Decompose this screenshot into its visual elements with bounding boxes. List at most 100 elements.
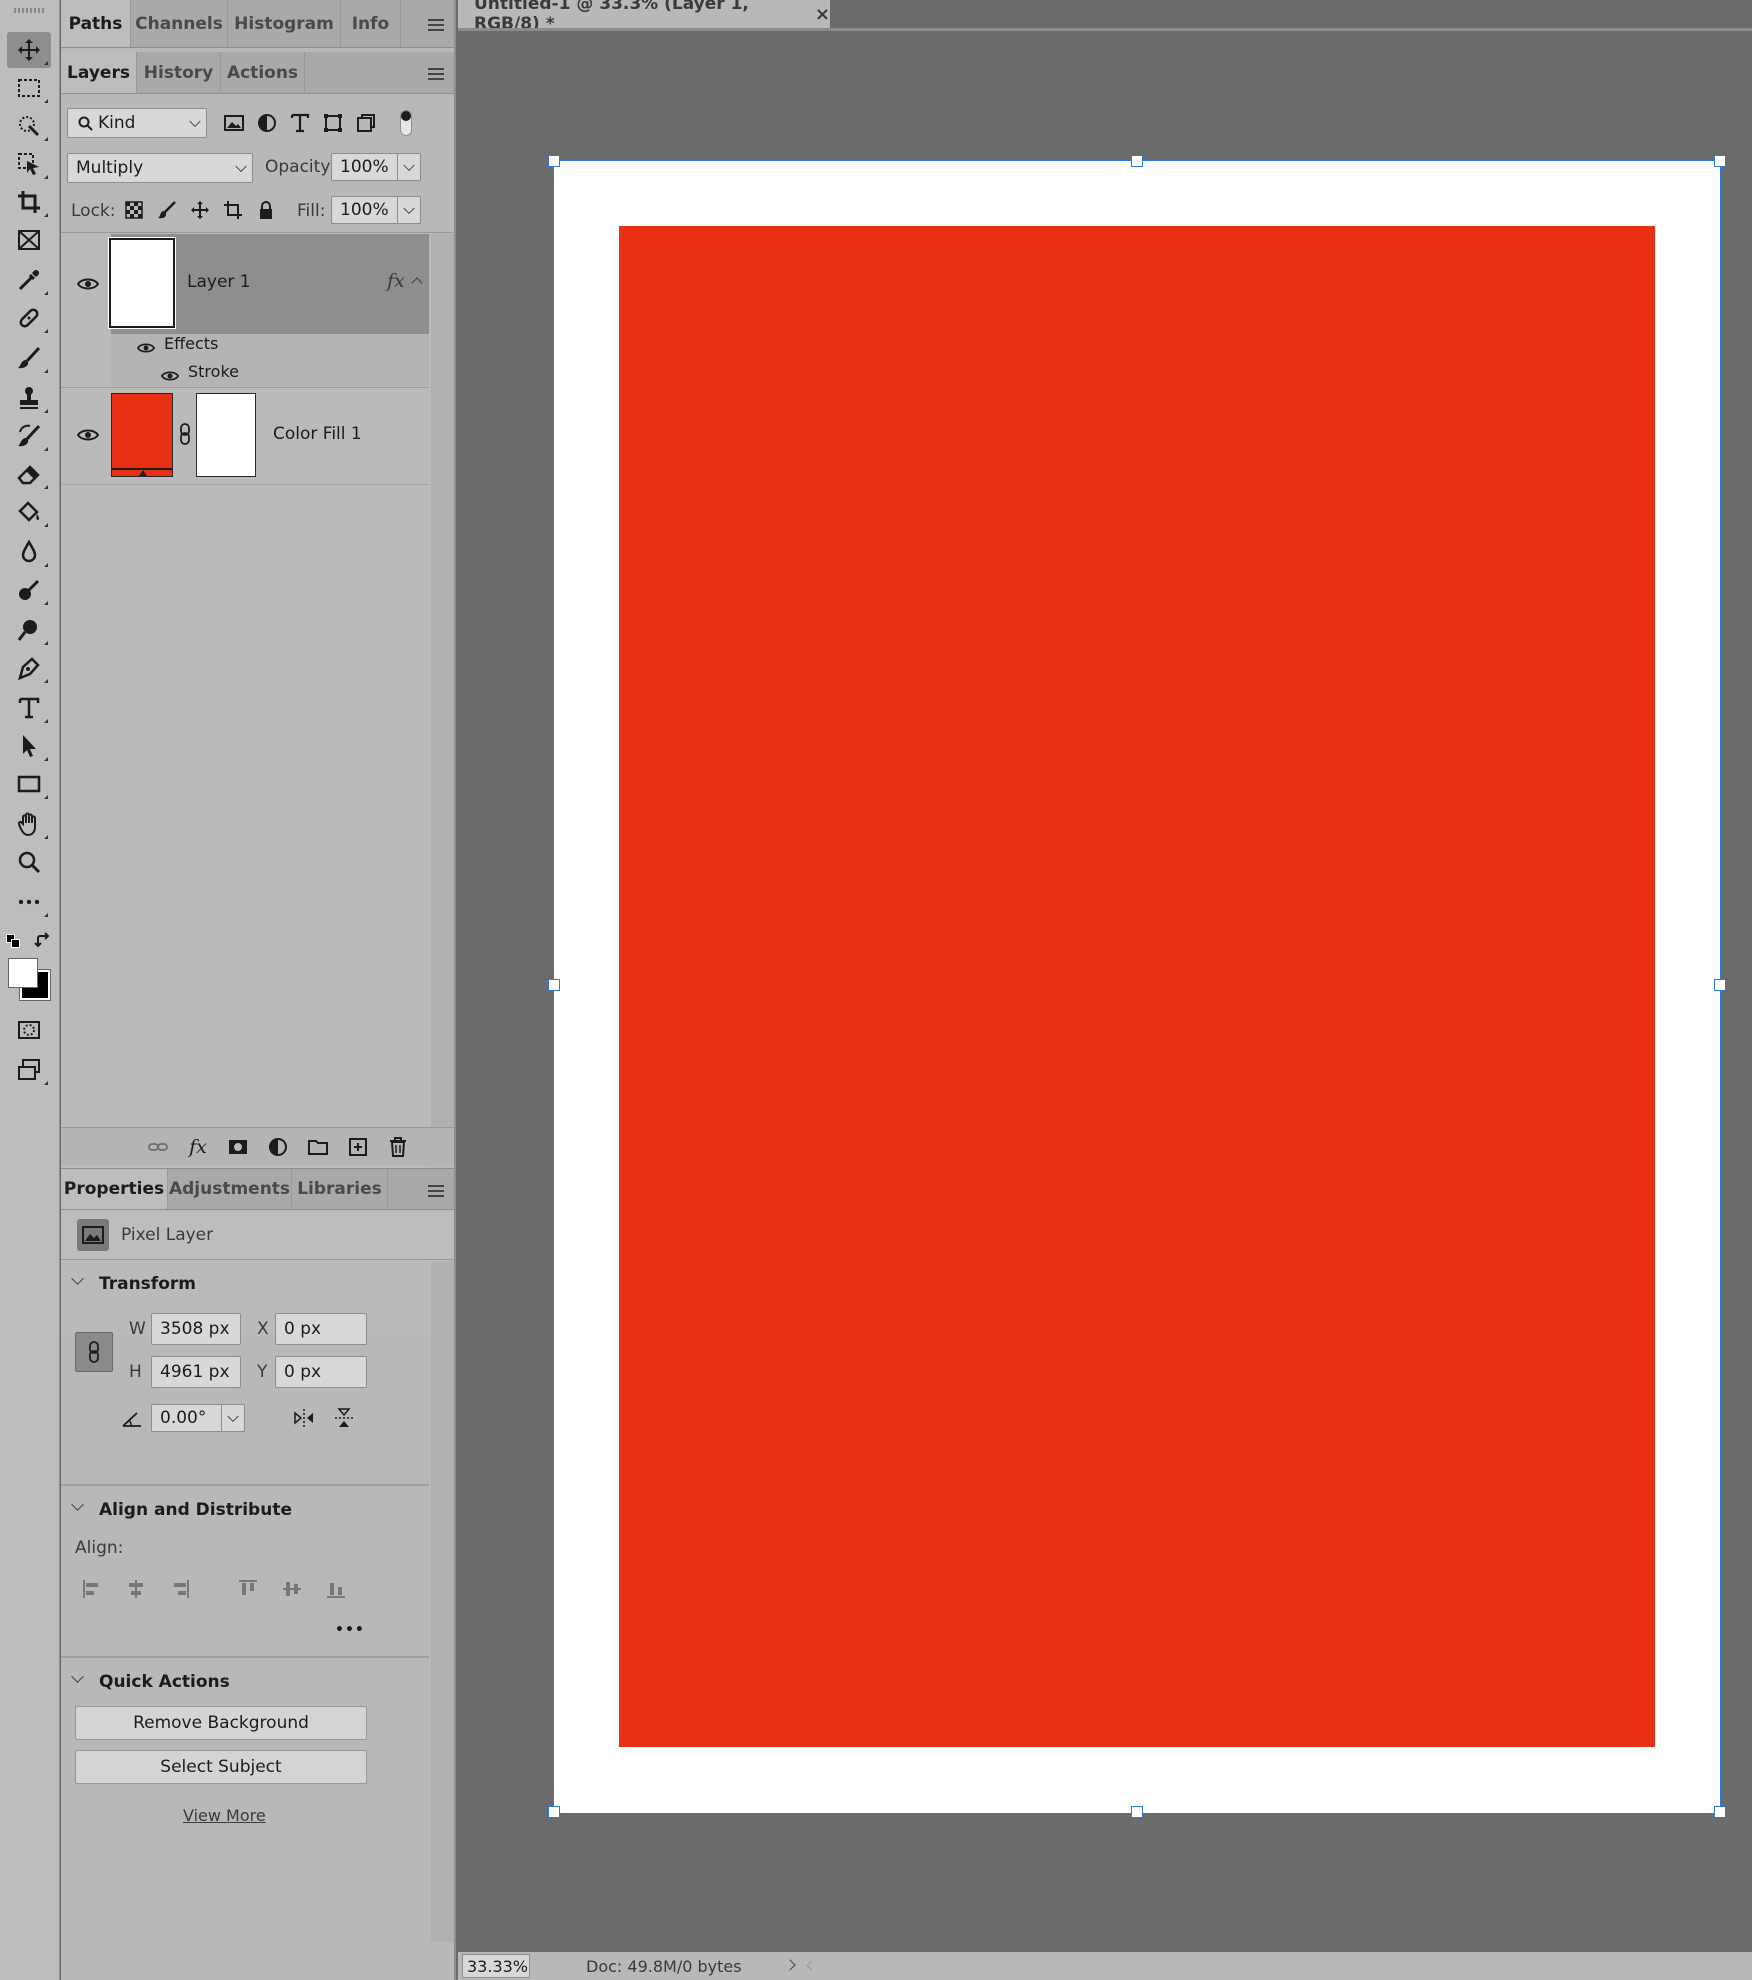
- height-input[interactable]: 4961 px: [151, 1356, 241, 1388]
- foreground-color-swatch[interactable]: [8, 958, 38, 988]
- angle-dropdown[interactable]: [221, 1404, 245, 1432]
- layer-filter-kind-dropdown[interactable]: Kind: [67, 108, 207, 138]
- pen-tool[interactable]: [7, 650, 51, 686]
- tab-paths[interactable]: Paths: [61, 0, 131, 47]
- lock-position-icon[interactable]: [187, 197, 213, 223]
- tab-libraries[interactable]: Libraries: [292, 1169, 388, 1209]
- dodge-tool[interactable]: [7, 612, 51, 648]
- opacity-slider-toggle[interactable]: [397, 153, 421, 181]
- quick-selection-tool[interactable]: [7, 108, 51, 144]
- tab-histogram[interactable]: Histogram: [228, 0, 341, 47]
- width-input[interactable]: 3508 px: [151, 1313, 241, 1345]
- transform-handle-middle-right[interactable]: [1714, 979, 1726, 991]
- tab-properties[interactable]: Properties: [61, 1169, 168, 1209]
- properties-scrollbar[interactable]: [431, 1262, 454, 1942]
- quick-actions-title[interactable]: Quick Actions: [99, 1672, 230, 1692]
- color-fill-1-name[interactable]: Color Fill 1: [273, 424, 362, 444]
- eraser-tool[interactable]: [7, 456, 51, 492]
- fill-input[interactable]: 100%: [331, 196, 399, 224]
- transform-handle-middle-left[interactable]: [548, 979, 560, 991]
- blend-mode-dropdown[interactable]: Multiply: [67, 153, 253, 183]
- add-mask-icon[interactable]: [225, 1134, 251, 1160]
- history-brush-tool[interactable]: [7, 418, 51, 454]
- align-top-edges-icon[interactable]: [235, 1576, 261, 1602]
- lock-image-pixels-icon[interactable]: [154, 197, 180, 223]
- tab-channels[interactable]: Channels: [131, 0, 228, 47]
- panel-menu-icon[interactable]: [428, 1185, 444, 1197]
- flip-horizontal-icon[interactable]: [291, 1405, 317, 1431]
- more-options-icon[interactable]: •••: [335, 1622, 365, 1638]
- remove-background-button[interactable]: Remove Background: [75, 1706, 367, 1740]
- visibility-eye-icon[interactable]: [77, 428, 99, 442]
- tab-layers[interactable]: Layers: [61, 52, 137, 93]
- status-menu-arrow-icon[interactable]: [784, 1959, 796, 1971]
- toolbar-grip[interactable]: [14, 8, 44, 13]
- smudge-tool[interactable]: [7, 572, 51, 608]
- filter-adjustment-icon[interactable]: [254, 110, 280, 136]
- document-tab[interactable]: Untitled-1 @ 33.3% (Layer 1, RGB/8) * ×: [458, 0, 830, 34]
- filter-shape-icon[interactable]: [320, 110, 346, 136]
- align-distribute-title[interactable]: Align and Distribute: [99, 1500, 292, 1520]
- quick-mask-button[interactable]: [7, 1012, 51, 1048]
- default-colors-icon[interactable]: [6, 934, 20, 948]
- x-input[interactable]: 0 px: [275, 1313, 367, 1345]
- opacity-input[interactable]: 100%: [331, 153, 399, 181]
- type-tool[interactable]: [7, 690, 51, 726]
- rectangle-tool[interactable]: [7, 766, 51, 802]
- new-adjustment-layer-icon[interactable]: [265, 1134, 291, 1160]
- screen-mode-button[interactable]: [7, 1052, 51, 1088]
- fill-slider-toggle[interactable]: [397, 196, 421, 224]
- layer-mask-thumbnail[interactable]: [196, 393, 256, 477]
- transform-handle-bottom-left[interactable]: [548, 1806, 560, 1818]
- tab-adjustments[interactable]: Adjustments: [168, 1169, 292, 1209]
- filter-pixel-icon[interactable]: [221, 110, 247, 136]
- transform-handle-bottom-center[interactable]: [1131, 1806, 1143, 1818]
- crop-tool[interactable]: [7, 184, 51, 220]
- tab-info[interactable]: Info: [341, 0, 401, 47]
- align-collapse-icon[interactable]: [71, 1498, 84, 1511]
- hand-tool[interactable]: [7, 806, 51, 842]
- stroke-effect-label[interactable]: Stroke: [188, 362, 239, 381]
- layer-row-layer-1[interactable]: Layer 1 fx: [61, 234, 429, 334]
- fx-icon[interactable]: fx: [387, 270, 405, 292]
- align-left-edges-icon[interactable]: [79, 1576, 105, 1602]
- transform-title[interactable]: Transform: [99, 1274, 196, 1294]
- layers-scrollbar[interactable]: [431, 234, 454, 1128]
- canvas[interactable]: [553, 160, 1721, 1814]
- align-vertical-centers-icon[interactable]: [279, 1576, 305, 1602]
- path-selection-tool[interactable]: [7, 728, 51, 764]
- frame-tool[interactable]: [7, 222, 51, 258]
- add-layer-style-icon[interactable]: fx: [185, 1134, 211, 1160]
- quick-actions-collapse-icon[interactable]: [71, 1670, 84, 1683]
- visibility-eye-icon[interactable]: [77, 277, 99, 291]
- transform-handle-bottom-right[interactable]: [1714, 1806, 1726, 1818]
- effects-label[interactable]: Effects: [164, 334, 218, 353]
- transform-handle-top-left[interactable]: [548, 155, 560, 167]
- tab-history[interactable]: History: [137, 52, 221, 93]
- zoom-tool[interactable]: [7, 844, 51, 880]
- panel-menu-icon[interactable]: [428, 68, 444, 80]
- align-right-edges-icon[interactable]: [167, 1576, 193, 1602]
- healing-brush-tool[interactable]: [7, 300, 51, 336]
- clone-stamp-tool[interactable]: [7, 380, 51, 416]
- flip-vertical-icon[interactable]: [331, 1405, 357, 1431]
- tab-actions[interactable]: Actions: [221, 52, 305, 93]
- brush-tool[interactable]: [7, 340, 51, 376]
- layer-row-color-fill-1[interactable]: Color Fill 1: [61, 389, 429, 481]
- align-bottom-edges-icon[interactable]: [323, 1576, 349, 1602]
- layer-1-name[interactable]: Layer 1: [187, 272, 251, 292]
- filter-toggle-switch[interactable]: [400, 110, 412, 136]
- marquee-tool[interactable]: [7, 70, 51, 106]
- move-tool[interactable]: [7, 32, 51, 68]
- swap-colors-icon[interactable]: [34, 932, 52, 950]
- transform-handle-top-center[interactable]: [1131, 155, 1143, 167]
- stroke-visibility-eye-icon[interactable]: [161, 370, 179, 382]
- effects-visibility-eye-icon[interactable]: [137, 342, 155, 354]
- view-more-link[interactable]: View More: [183, 1806, 266, 1825]
- fill-swatch-thumbnail[interactable]: [111, 393, 173, 477]
- close-tab-icon[interactable]: ×: [815, 4, 830, 25]
- new-layer-icon[interactable]: [345, 1134, 371, 1160]
- y-input[interactable]: 0 px: [275, 1356, 367, 1388]
- align-horizontal-centers-icon[interactable]: [123, 1576, 149, 1602]
- link-dimensions-button[interactable]: [75, 1332, 113, 1372]
